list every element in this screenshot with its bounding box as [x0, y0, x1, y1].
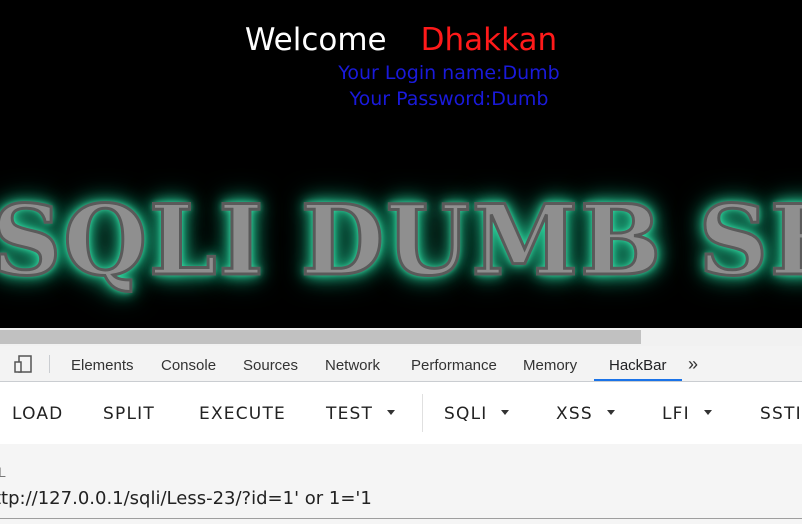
tab-memory[interactable]: Memory: [523, 346, 577, 381]
xss-label: XSS: [556, 404, 593, 424]
more-tabs-icon[interactable]: »: [688, 354, 698, 374]
sqli-dropdown[interactable]: SQLI: [444, 402, 510, 426]
ssti-dropdown[interactable]: SSTI: [760, 402, 802, 426]
url-input[interactable]: ttp://127.0.0.1/sqli/Less-23/?id=1' or 1…: [0, 488, 372, 509]
test-dropdown[interactable]: TEST: [326, 402, 396, 426]
lfi-label: LFI: [662, 404, 690, 424]
url-underline: [0, 518, 802, 519]
login-name-text: Your Login name:Dumb: [338, 62, 560, 84]
password-text: Your Password:Dumb: [349, 88, 549, 110]
caret-down-icon: [703, 409, 712, 415]
toolbar-divider: [422, 394, 423, 432]
tab-sources[interactable]: Sources: [243, 346, 298, 381]
caret-down-icon: [606, 409, 615, 415]
split-button[interactable]: SPLIT: [103, 402, 155, 426]
sqli-banner-image: SQLI DUMB SE: [0, 184, 802, 297]
tab-performance[interactable]: Performance: [411, 346, 497, 381]
devtools-tab-bar: Elements Console Sources Network Perform…: [0, 346, 802, 382]
url-field-container[interactable]: RL ttp://127.0.0.1/sqli/Less-23/?id=1' o…: [0, 444, 802, 524]
tab-console[interactable]: Console: [161, 346, 216, 381]
url-label: RL: [0, 464, 6, 480]
execute-label: EXECUTE: [199, 404, 286, 424]
test-label: TEST: [326, 404, 374, 424]
lfi-dropdown[interactable]: LFI: [662, 402, 712, 426]
xss-dropdown[interactable]: XSS: [556, 402, 615, 426]
tab-hackbar[interactable]: HackBar: [594, 346, 682, 381]
load-label: LOAD: [12, 404, 64, 424]
caret-down-icon: [387, 409, 396, 415]
tab-divider: [49, 355, 50, 373]
welcome-name: Dhakkan: [420, 22, 558, 58]
welcome-heading: Welcome Dhakkan: [0, 22, 802, 58]
tab-network[interactable]: Network: [325, 346, 380, 381]
scrollbar-thumb[interactable]: [0, 330, 641, 344]
ssti-label: SSTI: [760, 404, 802, 424]
welcome-text: Welcome: [244, 22, 387, 58]
execute-button[interactable]: EXECUTE: [199, 402, 286, 426]
tab-elements[interactable]: Elements: [71, 346, 134, 381]
sqli-label: SQLI: [444, 404, 488, 424]
page-viewport: Welcome Dhakkan Your Login name:Dumb Your…: [0, 0, 802, 328]
device-toolbar-icon[interactable]: [14, 355, 34, 373]
load-button[interactable]: LOAD: [12, 402, 63, 426]
horizontal-scrollbar[interactable]: [0, 328, 802, 346]
hackbar-toolbar: LOAD SPLIT EXECUTE TEST SQLI XSS LFI SST…: [0, 382, 802, 444]
split-label: SPLIT: [103, 404, 155, 424]
caret-down-icon: [501, 409, 510, 415]
